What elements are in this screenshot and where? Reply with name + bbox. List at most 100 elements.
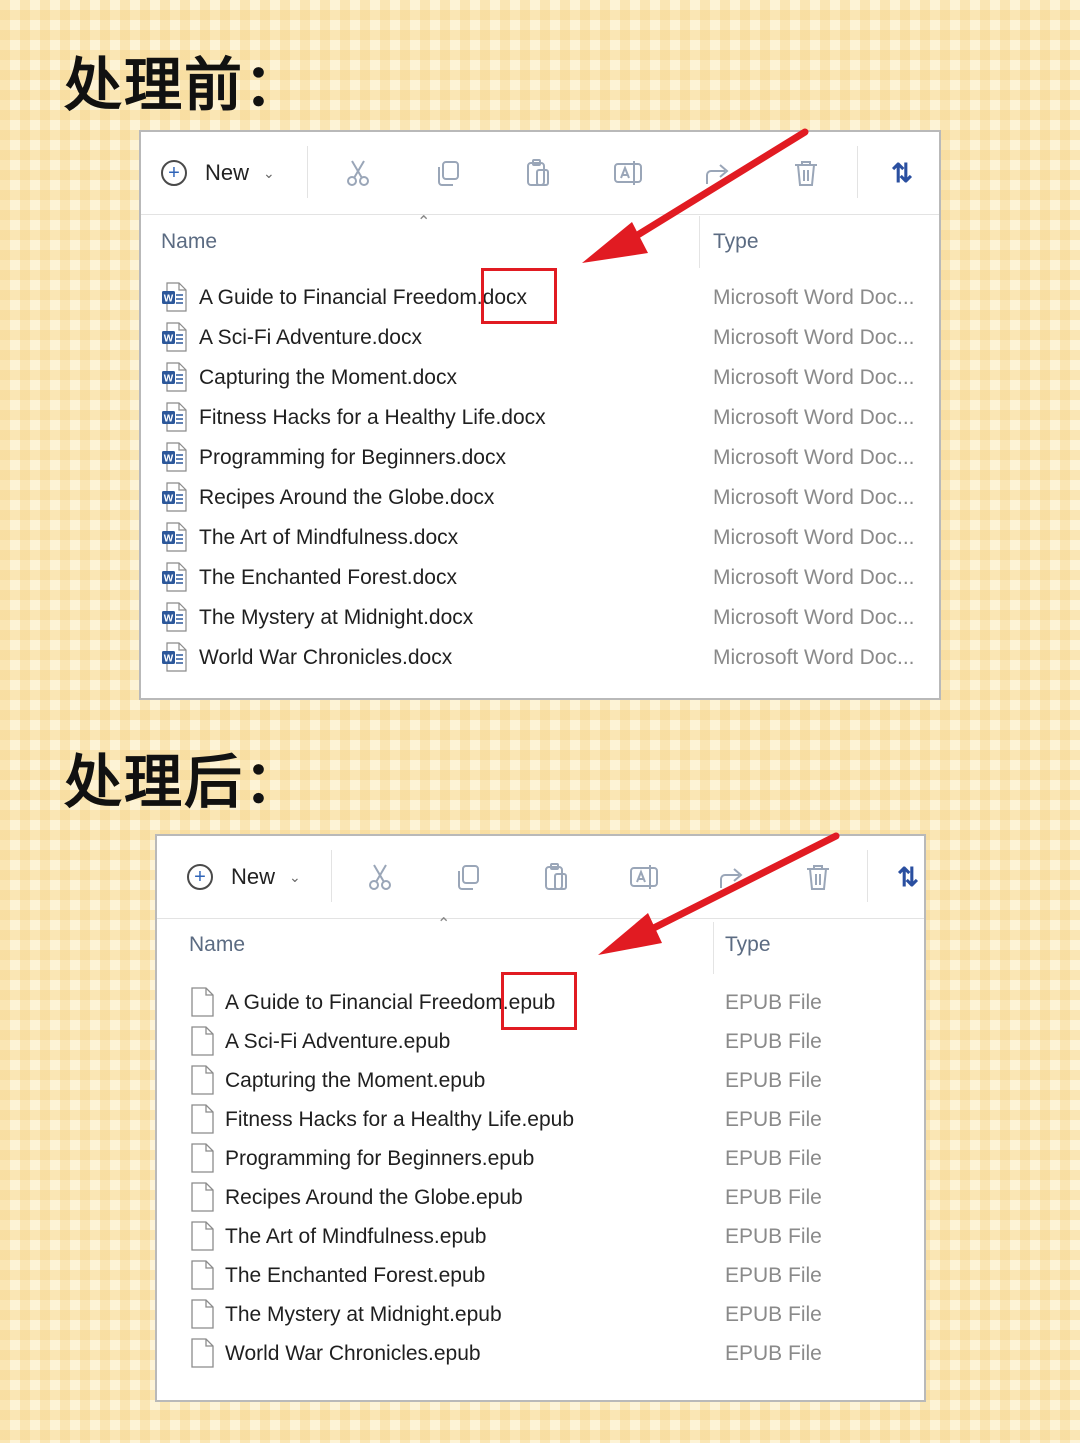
new-label: New	[231, 864, 276, 889]
new-button[interactable]: + New ⌄	[161, 152, 275, 194]
svg-text:W: W	[164, 574, 174, 585]
blank-file-icon	[191, 1026, 214, 1056]
svg-text:W: W	[164, 374, 174, 385]
sort-caret-icon: ⌃	[417, 212, 431, 231]
share-icon[interactable]	[715, 860, 749, 894]
file-type: Microsoft Word Doc...	[713, 446, 915, 469]
file-row[interactable]: World War Chronicles.epub EPUB File	[157, 1334, 924, 1374]
sort-icon[interactable]: ⇅	[885, 156, 919, 190]
rename-icon[interactable]	[611, 156, 645, 190]
column-divider[interactable]	[699, 216, 700, 268]
file-type: EPUB File	[725, 1147, 822, 1170]
explorer-window-before: + New ⌄ ⇅ ⌃ Name Type W A Guide to Financ…	[139, 130, 941, 700]
paste-icon[interactable]	[521, 156, 555, 190]
file-type: Microsoft Word Doc...	[713, 286, 915, 309]
column-header-name[interactable]: Name	[189, 933, 245, 957]
sort-caret-icon: ⌃	[437, 914, 451, 933]
file-name: Fitness Hacks for a Healthy Life.epub	[225, 1108, 575, 1131]
svg-text:W: W	[164, 454, 174, 465]
blank-file-icon	[191, 1182, 214, 1212]
file-type: Microsoft Word Doc...	[713, 406, 915, 429]
svg-text:W: W	[164, 334, 174, 345]
file-name: Recipes Around the Globe.docx	[199, 486, 495, 509]
file-row[interactable]: The Mystery at Midnight.epub EPUB File	[157, 1295, 924, 1335]
blank-file-icon	[191, 1260, 214, 1290]
file-type: EPUB File	[725, 1264, 822, 1287]
blank-file-icon	[191, 1065, 214, 1095]
file-row[interactable]: Programming for Beginners.epub EPUB File	[157, 1139, 924, 1179]
file-name: A Guide to Financial Freedom.docx	[199, 286, 528, 309]
delete-icon[interactable]	[789, 156, 823, 190]
column-header-type[interactable]: Type	[713, 230, 759, 254]
file-row[interactable]: The Art of Mindfulness.epub EPUB File	[157, 1217, 924, 1257]
share-icon[interactable]	[701, 156, 735, 190]
svg-text:W: W	[164, 534, 174, 545]
new-label: New	[205, 160, 250, 185]
file-row[interactable]: W Programming for Beginners.docx Microsoft…	[141, 438, 939, 478]
blank-file-icon	[191, 1221, 214, 1251]
file-type: Microsoft Word Doc...	[713, 566, 915, 589]
toolbar-divider	[857, 146, 858, 198]
explorer-window-after: + New ⌄ ⇅ ⌃ Name Type A Guide to Financi…	[155, 834, 926, 1402]
blank-file-icon	[191, 987, 214, 1017]
file-type: Microsoft Word Doc...	[713, 526, 915, 549]
blank-file-icon	[191, 1338, 214, 1368]
new-button[interactable]: + New ⌄	[187, 856, 301, 898]
file-row[interactable]: W Recipes Around the Globe.docx Microsoft …	[141, 478, 939, 518]
file-name: Recipes Around the Globe.epub	[225, 1186, 523, 1209]
word-document-icon: W	[162, 482, 187, 512]
plus-icon: +	[161, 160, 187, 186]
file-row[interactable]: W The Enchanted Forest.docx Microsoft Word…	[141, 558, 939, 598]
toolbar-divider	[307, 146, 308, 198]
file-type: EPUB File	[725, 1030, 822, 1053]
file-row[interactable]: W The Art of Mindfulness.docx Microsoft Wo…	[141, 518, 939, 558]
cut-icon[interactable]	[363, 860, 397, 894]
rename-icon[interactable]	[627, 860, 661, 894]
copy-icon[interactable]	[431, 156, 465, 190]
file-type: Microsoft Word Doc...	[713, 646, 915, 669]
word-document-icon: W	[162, 602, 187, 632]
word-document-icon: W	[162, 322, 187, 352]
file-row[interactable]: Capturing the Moment.epub EPUB File	[157, 1061, 924, 1101]
blank-file-icon	[191, 1143, 214, 1173]
file-row[interactable]: W World War Chronicles.docx Microsoft Word…	[141, 638, 939, 678]
word-document-icon: W	[162, 442, 187, 472]
toolbar: + New ⌄ ⇅	[157, 836, 924, 919]
blank-file-icon	[191, 1104, 214, 1134]
file-row[interactable]: Fitness Hacks for a Healthy Life.epub EPU…	[157, 1100, 924, 1140]
paste-icon[interactable]	[539, 860, 573, 894]
file-name: Programming for Beginners.docx	[199, 446, 506, 469]
word-document-icon: W	[162, 402, 187, 432]
extension-highlight-box	[481, 268, 557, 324]
file-name: The Mystery at Midnight.docx	[199, 606, 474, 629]
file-name: World War Chronicles.epub	[225, 1342, 481, 1365]
column-header-name[interactable]: Name	[161, 230, 217, 254]
word-document-icon: W	[162, 362, 187, 392]
file-row[interactable]: Recipes Around the Globe.epub EPUB File	[157, 1178, 924, 1218]
svg-text:W: W	[164, 294, 174, 305]
sort-icon[interactable]: ⇅	[891, 860, 924, 894]
file-row[interactable]: The Enchanted Forest.epub EPUB File	[157, 1256, 924, 1296]
copy-icon[interactable]	[451, 860, 485, 894]
file-row[interactable]: W Capturing the Moment.docx Microsoft Word…	[141, 358, 939, 398]
file-type: Microsoft Word Doc...	[713, 366, 915, 389]
file-name: The Enchanted Forest.docx	[199, 566, 457, 589]
word-document-icon: W	[162, 522, 187, 552]
file-name: The Art of Mindfulness.docx	[199, 526, 459, 549]
file-row[interactable]: W Fitness Hacks for a Healthy Life.docx Mi…	[141, 398, 939, 438]
column-header-type[interactable]: Type	[725, 933, 771, 957]
file-name: Capturing the Moment.docx	[199, 366, 457, 389]
svg-text:W: W	[164, 614, 174, 625]
delete-icon[interactable]	[801, 860, 835, 894]
file-type: EPUB File	[725, 1342, 822, 1365]
file-type: Microsoft Word Doc...	[713, 606, 915, 629]
chevron-down-icon: ⌄	[263, 164, 275, 181]
word-document-icon: W	[162, 642, 187, 672]
column-divider[interactable]	[713, 922, 714, 974]
file-row[interactable]: W A Sci-Fi Adventure.docx Microsoft Word D…	[141, 318, 939, 358]
file-name: World War Chronicles.docx	[199, 646, 453, 669]
cut-icon[interactable]	[341, 156, 375, 190]
file-name: Capturing the Moment.epub	[225, 1069, 486, 1092]
file-row[interactable]: W The Mystery at Midnight.docx Microsoft W…	[141, 598, 939, 638]
svg-text:W: W	[164, 494, 174, 505]
